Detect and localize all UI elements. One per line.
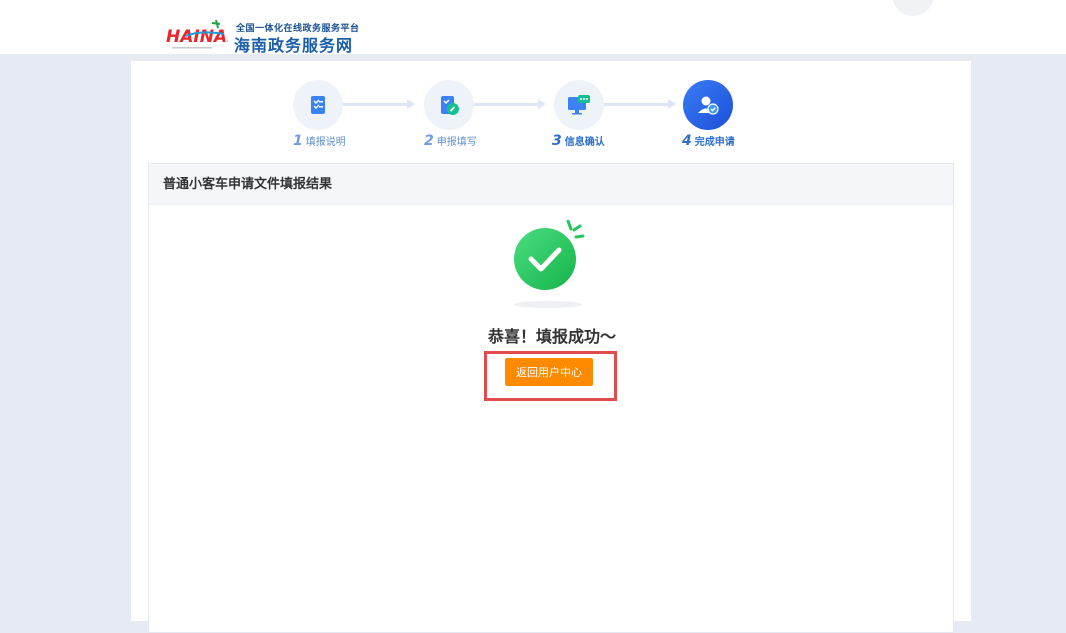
step-arrow-3 — [604, 99, 676, 109]
document-list-icon — [311, 96, 325, 114]
step-arrow-2 — [474, 99, 546, 109]
user-avatar[interactable] — [892, 0, 934, 16]
top-header: HAINAN 全国一体化在线政务服务平台 海南政务服务网 — [0, 0, 1066, 55]
hainan-logo[interactable]: HAINAN — [166, 16, 228, 52]
form-edit-icon — [441, 96, 459, 115]
return-user-center-button[interactable]: 返回用户中心 — [505, 358, 593, 386]
svg-text:HAINAN: HAINAN — [166, 27, 228, 47]
step-4-icon — [683, 80, 733, 130]
step-3-icon — [554, 80, 604, 130]
main-card: 1 填报说明 2 申报填写 3 信息确认 4 完成申请 普通小客车申请文件填报结… — [131, 61, 971, 633]
icon-shadow — [514, 301, 582, 308]
user-check-icon — [698, 96, 719, 115]
panel-title: 普通小客车申请文件填报结果 — [149, 164, 953, 205]
progress-steps: 1 填报说明 2 申报填写 3 信息确认 4 完成申请 — [131, 61, 971, 161]
step-2-icon — [424, 80, 474, 130]
success-message: 恭喜！填报成功～ — [487, 327, 616, 346]
step-1-icon — [293, 80, 343, 130]
step-3-label: 3 信息确认 — [552, 133, 605, 149]
step-1-label: 1 填报说明 — [293, 133, 346, 149]
step-2-label: 2 申报填写 — [424, 133, 477, 149]
step-4-label: 4 完成申请 — [682, 133, 735, 149]
step-arrow-1 — [343, 99, 415, 109]
monitor-message-icon — [568, 95, 590, 115]
site-title: 海南政务服务网 — [234, 36, 354, 55]
success-check-icon — [509, 219, 589, 310]
result-panel: 普通小客车申请文件填报结果 恭喜！填报成功～ 返回用户中心 — [148, 163, 954, 633]
